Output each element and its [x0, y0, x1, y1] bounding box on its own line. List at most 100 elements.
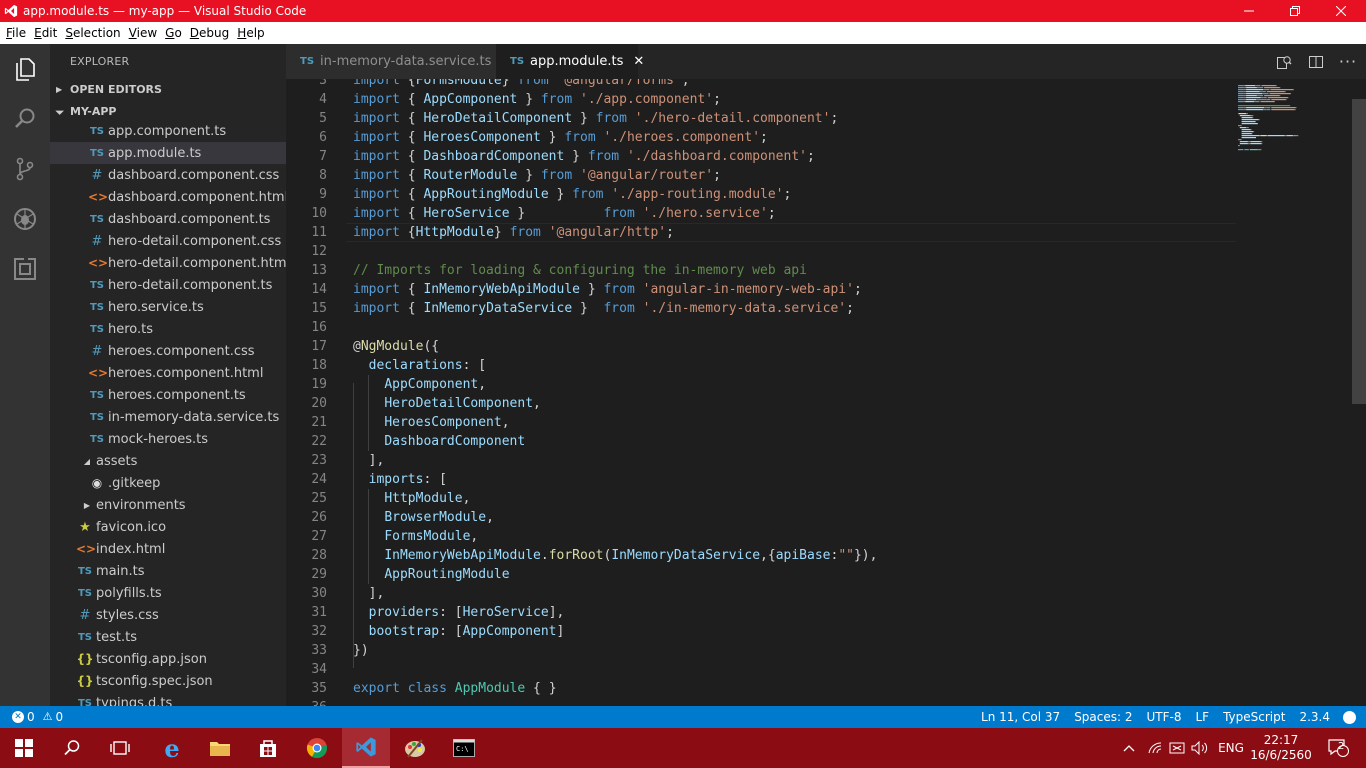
extensions-activity[interactable]: [0, 244, 50, 294]
code-line[interactable]: 9 import { AppRoutingModule } from './app…: [286, 185, 1236, 204]
indentation[interactable]: Spaces: 2: [1067, 706, 1139, 728]
code-line[interactable]: 18 declarations: [: [286, 356, 1236, 375]
file-encoding[interactable]: UTF-8: [1140, 706, 1189, 728]
search-activity[interactable]: [0, 94, 50, 144]
problems-indicator[interactable]: ✕ 0 ⚠ 0: [0, 706, 70, 728]
open-changes-button[interactable]: [1269, 44, 1299, 79]
tree-item[interactable]: # hero-detail.component.css: [50, 230, 286, 252]
tree-item[interactable]: ▶ environments: [50, 494, 286, 516]
menu-view[interactable]: View: [125, 22, 161, 44]
tree-item[interactable]: TS polyfills.ts: [50, 582, 286, 604]
language-mode[interactable]: TypeScript: [1216, 706, 1292, 728]
code-line[interactable]: 34: [286, 660, 1236, 679]
code-line[interactable]: 35 export class AppModule { }: [286, 679, 1236, 698]
code-line[interactable]: 19 AppComponent,: [286, 375, 1236, 394]
code-line[interactable]: 11 import {HttpModule} from '@angular/htt…: [286, 223, 1236, 242]
tree-item[interactable]: ◉ .gitkeep: [50, 472, 286, 494]
tree-item[interactable]: <> index.html: [50, 538, 286, 560]
tree-item[interactable]: TS heroes.component.ts: [50, 384, 286, 406]
code-lines[interactable]: 3 import {FormsModule} from '@angular/for…: [286, 79, 1236, 706]
feedback-button[interactable]: [1337, 706, 1366, 728]
code-line[interactable]: 8 import { RouterModule } from '@angular/…: [286, 166, 1236, 185]
minimap[interactable]: [1236, 79, 1356, 199]
code-line[interactable]: 16: [286, 318, 1236, 337]
tree-item[interactable]: TS mock-heroes.ts: [50, 428, 286, 450]
code-line[interactable]: 29 AppRoutingModule: [286, 565, 1236, 584]
menu-help[interactable]: Help: [233, 22, 268, 44]
chrome-taskbar-button[interactable]: [293, 728, 341, 768]
code-line[interactable]: 33}): [286, 641, 1236, 660]
code-line[interactable]: 14 import { InMemoryWebApiModule } from '…: [286, 280, 1236, 299]
tree-item[interactable]: ★ favicon.ico: [50, 516, 286, 538]
explorer-activity[interactable]: [0, 44, 50, 94]
code-line[interactable]: 20 HeroDetailComponent,: [286, 394, 1236, 413]
code-line[interactable]: 3 import {FormsModule} from '@angular/for…: [286, 79, 1236, 90]
store-taskbar-button[interactable]: [244, 728, 292, 768]
tab-app-module[interactable]: TS app.module.ts ✕: [496, 44, 644, 79]
minimize-button[interactable]: [1226, 0, 1272, 22]
code-line[interactable]: 4 import { AppComponent } from './app.com…: [286, 90, 1236, 109]
tree-item[interactable]: TS test.ts: [50, 626, 286, 648]
code-line[interactable]: 13 // Imports for loading & configuring t…: [286, 261, 1236, 280]
code-line[interactable]: 31 providers: [HeroService],: [286, 603, 1236, 622]
more-actions-button[interactable]: ···: [1333, 44, 1363, 79]
code-line[interactable]: 28 InMemoryWebApiModule.forRoot(InMemory…: [286, 546, 1236, 565]
network-tray-icon[interactable]: [1144, 728, 1166, 768]
task-view-button[interactable]: [96, 728, 144, 768]
scrollbar-thumb[interactable]: [1352, 99, 1366, 404]
debug-activity[interactable]: [0, 194, 50, 244]
tree-item[interactable]: TS main.ts: [50, 560, 286, 582]
tree-item[interactable]: TS app.component.ts: [50, 120, 286, 142]
input-method-tray-icon[interactable]: [1166, 728, 1188, 768]
language-indicator[interactable]: ENG: [1214, 728, 1248, 768]
code-editor[interactable]: 3 import {FormsModule} from '@angular/for…: [286, 79, 1366, 706]
code-line[interactable]: 25 HttpModule,: [286, 489, 1236, 508]
action-center-button[interactable]: 2: [1318, 728, 1358, 768]
code-line[interactable]: 23 ],: [286, 451, 1236, 470]
menu-go[interactable]: Go: [161, 22, 186, 44]
tree-item[interactable]: TS hero.ts: [50, 318, 286, 340]
code-line[interactable]: 30 ],: [286, 584, 1236, 603]
search-taskbar-button[interactable]: [48, 728, 96, 768]
cursor-position[interactable]: Ln 11, Col 37: [974, 706, 1067, 728]
tree-item[interactable]: TS app.module.ts: [50, 142, 286, 164]
code-line[interactable]: 10 import { HeroService } from './hero.se…: [286, 204, 1236, 223]
code-line[interactable]: 26 BrowserModule,: [286, 508, 1236, 527]
code-line[interactable]: 21 HeroesComponent,: [286, 413, 1236, 432]
tree-item[interactable]: <> hero-detail.component.html: [50, 252, 286, 274]
tree-item[interactable]: # heroes.component.css: [50, 340, 286, 362]
edge-taskbar-button[interactable]: e: [148, 728, 196, 768]
code-line[interactable]: 15 import { InMemoryDataService } from '.…: [286, 299, 1236, 318]
code-line[interactable]: 12: [286, 242, 1236, 261]
code-line[interactable]: 27 FormsModule,: [286, 527, 1236, 546]
paint-taskbar-button[interactable]: [391, 728, 439, 768]
tab-in-memory-data-service[interactable]: TS in-memory-data.service.ts: [286, 44, 496, 79]
code-line[interactable]: 6 import { HeroesComponent } from './hero…: [286, 128, 1236, 147]
tree-item[interactable]: TS typings.d.ts: [50, 692, 286, 707]
terminal-taskbar-button[interactable]: C:\: [440, 728, 488, 768]
typescript-version[interactable]: 2.3.4: [1292, 706, 1337, 728]
start-button[interactable]: [0, 728, 48, 768]
vertical-scrollbar[interactable]: [1352, 79, 1366, 706]
tree-item[interactable]: {} tsconfig.app.json: [50, 648, 286, 670]
code-line[interactable]: 7 import { DashboardComponent } from './d…: [286, 147, 1236, 166]
tree-item[interactable]: TS in-memory-data.service.ts: [50, 406, 286, 428]
menu-debug[interactable]: Debug: [186, 22, 233, 44]
tree-item[interactable]: <> heroes.component.html: [50, 362, 286, 384]
vscode-taskbar-button[interactable]: [342, 728, 390, 768]
close-tab-icon[interactable]: ✕: [633, 54, 644, 69]
tree-item[interactable]: TS hero.service.ts: [50, 296, 286, 318]
code-line[interactable]: 32 bootstrap: [AppComponent]: [286, 622, 1236, 641]
tree-item[interactable]: ◢ assets: [50, 450, 286, 472]
code-line[interactable]: 17 @NgModule({: [286, 337, 1236, 356]
menu-edit[interactable]: Edit: [30, 22, 61, 44]
open-editors-section[interactable]: ▶ OPEN EDITORS: [50, 79, 286, 101]
tree-item[interactable]: <> dashboard.component.html: [50, 186, 286, 208]
code-line[interactable]: 36: [286, 698, 1236, 706]
tree-item[interactable]: TS hero-detail.component.ts: [50, 274, 286, 296]
tree-item[interactable]: # dashboard.component.css: [50, 164, 286, 186]
close-window-button[interactable]: [1318, 0, 1364, 22]
code-line[interactable]: 24 imports: [: [286, 470, 1236, 489]
clock[interactable]: 22:17 16/6/2560: [1250, 728, 1312, 768]
tree-item[interactable]: # styles.css: [50, 604, 286, 626]
